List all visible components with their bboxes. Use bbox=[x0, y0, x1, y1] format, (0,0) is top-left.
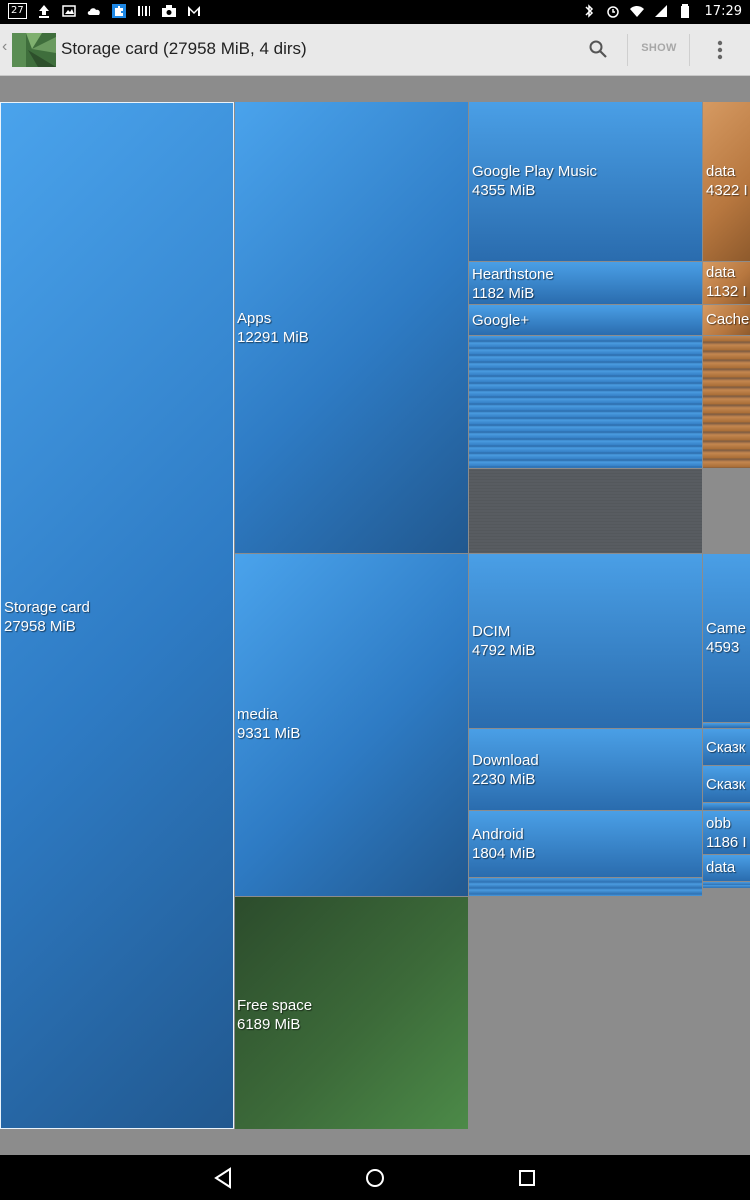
bluetooth-icon bbox=[585, 4, 593, 18]
show-button[interactable]: SHOW bbox=[634, 42, 684, 54]
back-icon[interactable] bbox=[210, 1165, 236, 1191]
page-title: Storage card (27958 MiB, 4 dirs) bbox=[61, 39, 307, 58]
tile-name: Storage card bbox=[4, 599, 90, 616]
search-icon[interactable] bbox=[588, 39, 608, 59]
mail-icon bbox=[187, 6, 200, 16]
tile-size: 1804 MiB bbox=[472, 845, 536, 862]
tile-name: Cache bbox=[706, 311, 750, 328]
divider bbox=[689, 34, 690, 66]
tile-name: Google+ bbox=[472, 312, 530, 329]
tile-google-plus[interactable]: Google+ bbox=[469, 305, 702, 335]
tile-small-apps-group[interactable] bbox=[469, 336, 702, 468]
tile-size: 6189 MiB bbox=[237, 1016, 301, 1033]
tile-name: media bbox=[237, 706, 278, 723]
tile-name: DCIM bbox=[472, 623, 511, 640]
tile-camera-extra[interactable] bbox=[703, 723, 750, 728]
tile-google-play-music[interactable]: Google Play Music 4355 MiB bbox=[469, 102, 702, 261]
tile-size: 9331 MiB bbox=[237, 725, 301, 742]
tile-size: 4792 MiB bbox=[472, 642, 536, 659]
tile-size: 4322 I bbox=[706, 182, 748, 199]
tile-skazki-1[interactable]: Сказк bbox=[703, 729, 750, 765]
puzzle-icon bbox=[111, 4, 126, 18]
tile-size: 27958 MiB bbox=[4, 618, 76, 635]
tile-name: data bbox=[706, 859, 736, 876]
home-icon[interactable] bbox=[362, 1165, 388, 1191]
tile-name: Сказк bbox=[706, 776, 746, 793]
tile-name: Download bbox=[472, 752, 539, 769]
tile-misc-apps-group[interactable] bbox=[469, 469, 702, 553]
overflow-menu-icon[interactable] bbox=[710, 38, 730, 62]
tile-android-small[interactable] bbox=[703, 882, 750, 888]
tile-size: 12291 MiB bbox=[237, 329, 309, 346]
tile-name: Hearthstone bbox=[472, 266, 554, 283]
clock-time: 17:29 bbox=[704, 3, 742, 19]
cloud-icon bbox=[87, 8, 100, 15]
app-logo-icon[interactable] bbox=[12, 33, 56, 67]
notification-count-badge: 27 bbox=[8, 3, 27, 19]
upload-icon bbox=[38, 5, 49, 18]
tile-camera[interactable]: Came 4593 bbox=[703, 554, 750, 722]
action-bar: ‹ Storage card (27958 MiB, 4 dirs) SHOW bbox=[0, 24, 750, 76]
battery-icon bbox=[680, 4, 689, 18]
treemap-top-gap bbox=[0, 76, 750, 102]
signal-icon bbox=[654, 5, 667, 17]
tile-size: 2230 MiB bbox=[472, 771, 536, 788]
tile-small-media-group[interactable] bbox=[469, 878, 702, 896]
tile-name: Apps bbox=[237, 310, 272, 327]
tile-android[interactable]: Android 1804 MiB bbox=[469, 811, 702, 877]
tile-android-data[interactable]: data bbox=[703, 855, 750, 881]
image-icon bbox=[61, 5, 76, 17]
tile-download[interactable]: Download 2230 MiB bbox=[469, 729, 702, 810]
tile-free-space[interactable]: Free space 6189 MiB bbox=[235, 897, 468, 1129]
alarm-icon bbox=[606, 6, 619, 18]
navigation-bar bbox=[0, 1155, 750, 1200]
tile-name: Android bbox=[472, 826, 524, 843]
tile-name: Came bbox=[706, 620, 747, 637]
recents-icon[interactable] bbox=[514, 1165, 540, 1191]
tile-cache[interactable]: Cache bbox=[703, 305, 750, 335]
tile-dcim[interactable]: DCIM 4792 MiB bbox=[469, 554, 702, 728]
wifi-icon bbox=[629, 6, 644, 17]
tile-name: Google Play Music bbox=[472, 163, 598, 180]
tile-storage-card[interactable]: Storage card 27958 MiB bbox=[0, 102, 234, 1129]
tile-media[interactable]: media 9331 MiB bbox=[235, 554, 468, 896]
tile-name: obb bbox=[706, 815, 732, 832]
tile-obb[interactable]: obb 1186 I bbox=[703, 811, 750, 854]
camera-icon bbox=[161, 5, 176, 17]
barcode-icon bbox=[137, 6, 150, 16]
tile-size: 1132 I bbox=[706, 283, 747, 300]
tile-hearthstone[interactable]: Hearthstone 1182 MiB bbox=[469, 262, 702, 304]
tile-download-extra[interactable] bbox=[703, 803, 750, 810]
tile-small-data-group[interactable] bbox=[703, 336, 750, 468]
tile-name: data bbox=[706, 264, 736, 281]
tile-size: 1182 MiB bbox=[472, 285, 535, 302]
tile-skazki-2[interactable]: Сказк bbox=[703, 766, 750, 802]
tile-name: data bbox=[706, 163, 736, 180]
up-navigation-icon[interactable]: ‹ bbox=[2, 38, 7, 56]
tile-data-gpm[interactable]: data 4322 I bbox=[703, 102, 750, 261]
divider bbox=[627, 34, 628, 66]
tile-apps[interactable]: Apps 12291 MiB bbox=[235, 102, 468, 553]
tile-size: 1186 I bbox=[706, 834, 747, 851]
tile-data-hearthstone[interactable]: data 1132 I bbox=[703, 262, 750, 304]
tile-name: Сказк bbox=[706, 739, 746, 756]
tile-name: Free space bbox=[237, 997, 313, 1014]
status-bar: 27 17:29 bbox=[0, 0, 750, 24]
tile-size: 4355 MiB bbox=[472, 182, 536, 199]
tile-size: 4593 bbox=[706, 639, 740, 656]
